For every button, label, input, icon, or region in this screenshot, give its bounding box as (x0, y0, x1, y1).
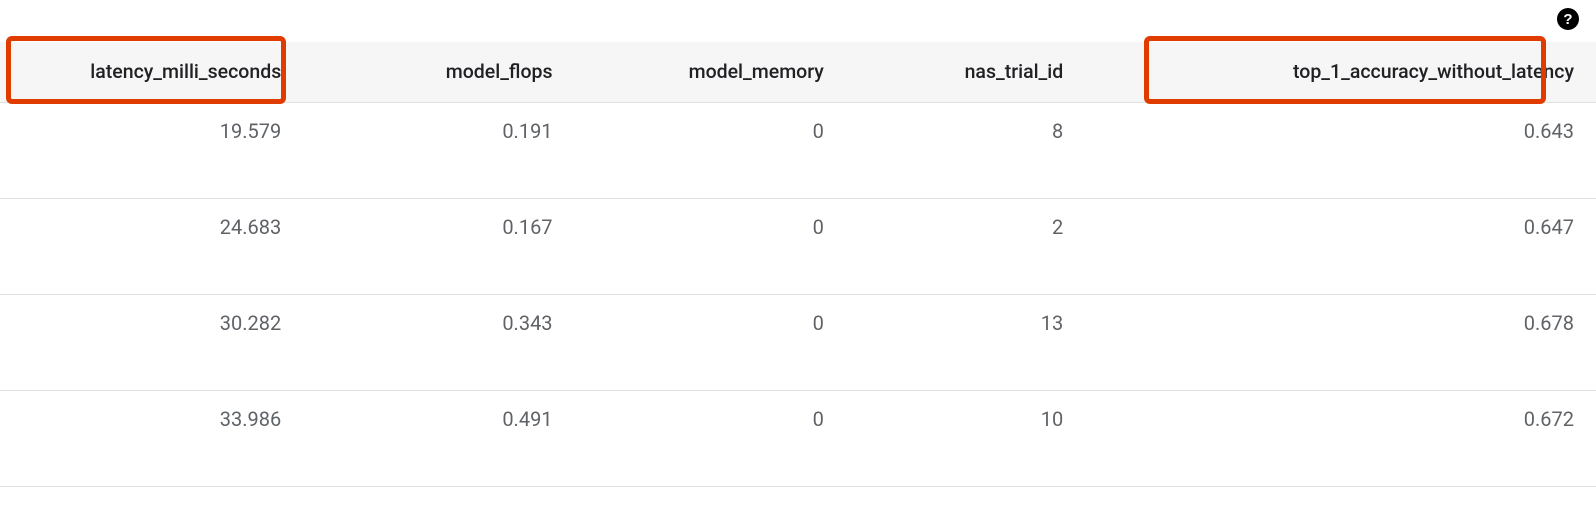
help-icon[interactable]: ? (1557, 8, 1579, 30)
cell-latency: 30.282 (0, 294, 303, 390)
table-row[interactable]: 30.282 0.343 0 13 0.678 (0, 294, 1596, 390)
cell-trial-id: 13 (846, 294, 1085, 390)
cell-flops: 0.167 (303, 198, 574, 294)
cell-flops: 0.343 (303, 294, 574, 390)
cell-memory: 0 (575, 390, 846, 486)
cell-memory: 0 (575, 294, 846, 390)
metrics-table: latency_milli_seconds model_flops model_… (0, 42, 1596, 487)
cell-trial-id: 8 (846, 102, 1085, 198)
cell-accuracy: 0.647 (1085, 198, 1596, 294)
cell-flops: 0.491 (303, 390, 574, 486)
column-header-accuracy[interactable]: top_1_accuracy_without_latency (1085, 42, 1596, 102)
cell-accuracy: 0.643 (1085, 102, 1596, 198)
column-header-memory[interactable]: model_memory (575, 42, 846, 102)
cell-accuracy: 0.672 (1085, 390, 1596, 486)
cell-flops: 0.191 (303, 102, 574, 198)
data-table-container: latency_milli_seconds model_flops model_… (0, 42, 1596, 487)
column-header-flops[interactable]: model_flops (303, 42, 574, 102)
cell-latency: 33.986 (0, 390, 303, 486)
cell-accuracy: 0.678 (1085, 294, 1596, 390)
table-row[interactable]: 19.579 0.191 0 8 0.643 (0, 102, 1596, 198)
column-header-latency[interactable]: latency_milli_seconds (0, 42, 303, 102)
cell-latency: 19.579 (0, 102, 303, 198)
cell-memory: 0 (575, 198, 846, 294)
table-row[interactable]: 24.683 0.167 0 2 0.647 (0, 198, 1596, 294)
table-header-row: latency_milli_seconds model_flops model_… (0, 42, 1596, 102)
cell-memory: 0 (575, 102, 846, 198)
column-header-trial-id[interactable]: nas_trial_id (846, 42, 1085, 102)
cell-latency: 24.683 (0, 198, 303, 294)
cell-trial-id: 2 (846, 198, 1085, 294)
cell-trial-id: 10 (846, 390, 1085, 486)
table-row[interactable]: 33.986 0.491 0 10 0.672 (0, 390, 1596, 486)
